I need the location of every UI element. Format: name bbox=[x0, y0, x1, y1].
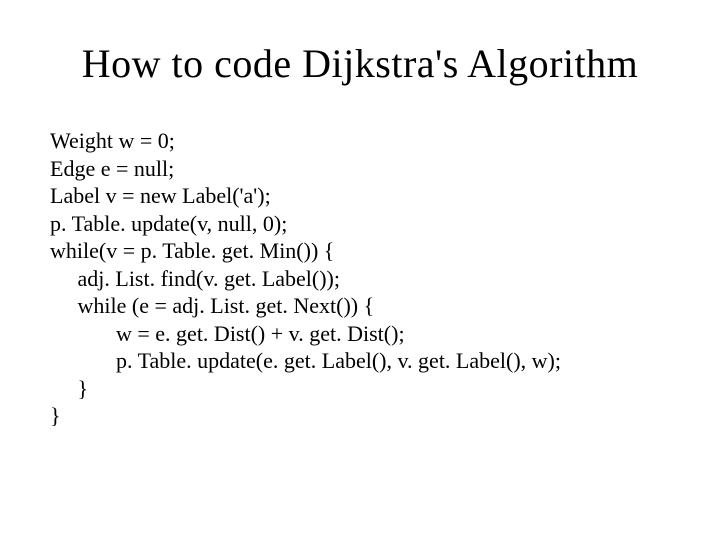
code-block: Weight w = 0; Edge e = null; Label v = n… bbox=[50, 127, 670, 430]
slide-title: How to code Dijkstra's Algorithm bbox=[50, 40, 670, 87]
slide: How to code Dijkstra's Algorithm Weight … bbox=[0, 0, 720, 540]
